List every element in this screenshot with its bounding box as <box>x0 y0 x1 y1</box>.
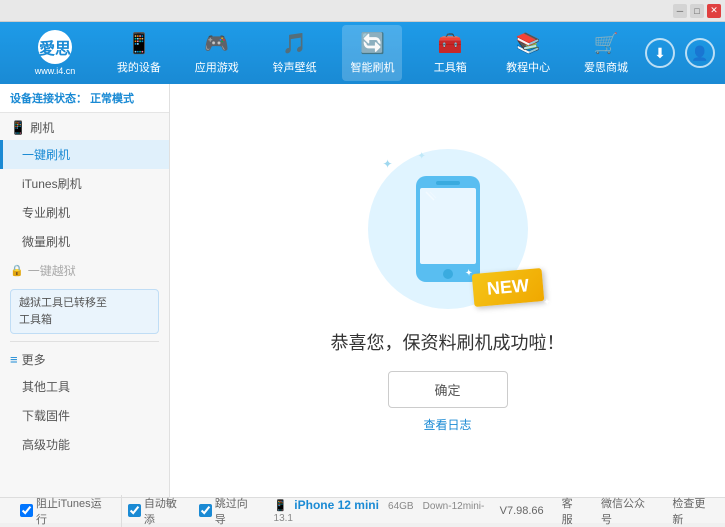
sidebar: 设备连接状态： 正常模式 📱 刷机 一键刷机 iTunes刷机 专业刷机 微量刷… <box>0 84 170 497</box>
device-icon: 📱 <box>274 500 288 512</box>
locked-jailbreak: 🔒 一键越狱 <box>0 256 169 285</box>
download-button[interactable]: ⬇ <box>645 38 675 68</box>
logo-symbol: 愛思 <box>39 35 71 59</box>
sidebar-item-itunes-flash[interactable]: iTunes刷机 <box>0 169 169 198</box>
tutorials-icon: 📚 <box>516 31 541 56</box>
maximize-button[interactable]: □ <box>690 4 704 18</box>
skip-wizard-label: 跳过向导 <box>215 495 258 527</box>
skip-wizard-checkbox-area[interactable]: 跳过向导 <box>199 495 258 527</box>
main-layout: 设备连接状态： 正常模式 📱 刷机 一键刷机 iTunes刷机 专业刷机 微量刷… <box>0 84 725 497</box>
support-link[interactable]: 客服 <box>562 495 583 527</box>
sparkle2-icon: ✦ <box>418 151 426 162</box>
jailbreak-note: 越狱工具已转移至 工具箱 <box>10 289 159 334</box>
more-section: ≡ 更多 <box>0 345 169 372</box>
wechat-link[interactable]: 微信公众号 <box>601 495 654 527</box>
locked-label: 一键越狱 <box>28 262 76 279</box>
sidebar-item-download-firmware[interactable]: 下载固件 <box>0 401 169 430</box>
footer-checkboxes: 自动敏添 跳过向导 <box>128 495 258 527</box>
auto-add-checkbox[interactable] <box>128 504 141 517</box>
nav-my-device[interactable]: 📱 我的设备 <box>109 25 169 81</box>
stop-itunes-label: 阻止iTunes运行 <box>36 495 111 527</box>
one-click-flash-label: 一键刷机 <box>22 148 70 162</box>
new-badge: NEW <box>471 268 544 307</box>
version-label: V7.98.66 <box>500 505 544 517</box>
auto-add-label: 自动敏添 <box>144 495 187 527</box>
more-section-icon: ≡ <box>10 352 18 367</box>
note-line1: 越狱工具已转移至 <box>19 295 150 312</box>
advanced-label: 高级功能 <box>22 438 70 452</box>
confirm-button[interactable]: 确定 <box>388 371 508 408</box>
ringtones-icon: 🎵 <box>282 31 307 56</box>
logo-area: 愛思 www.i4.cn <box>10 30 100 76</box>
title-bar: ─ □ ✕ <box>0 0 725 22</box>
stop-itunes-area[interactable]: 阻止iTunes运行 <box>10 495 122 527</box>
connection-label: 设备连接状态： <box>10 93 87 105</box>
success-illustration: ✦ ✦ NEW <box>368 149 528 309</box>
nav-smart-flash[interactable]: 🔄 智能刷机 <box>342 25 402 81</box>
more-section-label: 更多 <box>22 351 46 368</box>
sidebar-item-save-data-flash[interactable]: 微量刷机 <box>0 227 169 256</box>
footer: 阻止iTunes运行 自动敏添 跳过向导 📱 iPhone 12 mini 64… <box>0 497 725 523</box>
skip-wizard-checkbox[interactable] <box>199 504 212 517</box>
sparkles-icon: ✦ <box>383 157 393 171</box>
update-link[interactable]: 检查更新 <box>672 495 715 527</box>
flash-section-icon: 📱 <box>10 120 26 136</box>
sidebar-item-other-tools[interactable]: 其他工具 <box>0 372 169 401</box>
flash-section-label: 刷机 <box>30 119 54 136</box>
my-device-icon: 📱 <box>126 31 151 56</box>
sidebar-divider <box>10 341 159 342</box>
header-right-controls: ⬇ 👤 <box>645 38 715 68</box>
sidebar-item-pro-flash[interactable]: 专业刷机 <box>0 198 169 227</box>
lock-icon: 🔒 <box>10 264 24 277</box>
logo-icon: 愛思 <box>38 30 72 64</box>
nav-store[interactable]: 🛒 爱思商城 <box>576 25 636 81</box>
nav-apps-games[interactable]: 🎮 应用游戏 <box>187 25 247 81</box>
success-message: 恭喜您，保资料刷机成功啦！ <box>331 329 565 355</box>
pro-flash-label: 专业刷机 <box>22 206 70 220</box>
nav-apps-games-label: 应用游戏 <box>195 59 239 75</box>
itunes-flash-label: iTunes刷机 <box>22 177 82 191</box>
nav-store-label: 爱思商城 <box>584 59 628 75</box>
footer-right: V7.98.66 客服 微信公众号 检查更新 <box>500 495 715 527</box>
toolbox-icon: 🧰 <box>438 31 463 56</box>
nav-toolbox[interactable]: 🧰 工具箱 <box>420 25 480 81</box>
close-button[interactable]: ✕ <box>707 4 721 18</box>
logo-text: www.i4.cn <box>35 66 76 76</box>
device-storage: 64GB <box>388 501 414 512</box>
nav-bar: 📱 我的设备 🎮 应用游戏 🎵 铃声壁纸 🔄 智能刷机 🧰 工具箱 📚 教程中心… <box>100 25 645 81</box>
smart-flash-icon: 🔄 <box>360 31 385 56</box>
apps-games-icon: 🎮 <box>204 31 229 56</box>
device-info-area: 📱 iPhone 12 mini 64GB Down-12mini-13.1 <box>274 498 500 524</box>
phone-svg <box>408 174 488 284</box>
download-firmware-label: 下载固件 <box>22 409 70 423</box>
save-data-flash-label: 微量刷机 <box>22 235 70 249</box>
nav-my-device-label: 我的设备 <box>117 59 161 75</box>
sidebar-item-one-click-flash[interactable]: 一键刷机 <box>0 140 169 169</box>
minimize-button[interactable]: ─ <box>673 4 687 18</box>
phone-illustration: ✦ ✦ NEW <box>368 149 528 309</box>
user-button[interactable]: 👤 <box>685 38 715 68</box>
device-name: iPhone 12 mini <box>294 498 379 512</box>
nav-ringtones-label: 铃声壁纸 <box>273 59 317 75</box>
sidebar-item-advanced[interactable]: 高级功能 <box>0 430 169 459</box>
connection-status: 设备连接状态： 正常模式 <box>0 84 169 113</box>
header: 愛思 www.i4.cn 📱 我的设备 🎮 应用游戏 🎵 铃声壁纸 🔄 智能刷机… <box>0 22 725 84</box>
nav-smart-flash-label: 智能刷机 <box>350 59 394 75</box>
connection-value: 正常模式 <box>90 93 134 105</box>
other-tools-label: 其他工具 <box>22 380 70 394</box>
view-log-link[interactable]: 查看日志 <box>423 416 471 433</box>
auto-add-checkbox-area[interactable]: 自动敏添 <box>128 495 187 527</box>
main-content: ✦ ✦ NEW 恭喜您，保资料刷机成功啦！ 确定 查看日志 <box>170 84 725 497</box>
flash-section: 📱 刷机 <box>0 113 169 140</box>
nav-ringtones[interactable]: 🎵 铃声壁纸 <box>265 25 325 81</box>
note-line2: 工具箱 <box>19 312 150 329</box>
store-icon: 🛒 <box>594 31 619 56</box>
nav-tutorials[interactable]: 📚 教程中心 <box>498 25 558 81</box>
nav-tutorials-label: 教程中心 <box>506 59 550 75</box>
footer-left: 阻止iTunes运行 自动敏添 跳过向导 📱 iPhone 12 mini 64… <box>10 495 500 527</box>
stop-itunes-checkbox[interactable] <box>20 504 33 517</box>
nav-toolbox-label: 工具箱 <box>434 59 467 75</box>
